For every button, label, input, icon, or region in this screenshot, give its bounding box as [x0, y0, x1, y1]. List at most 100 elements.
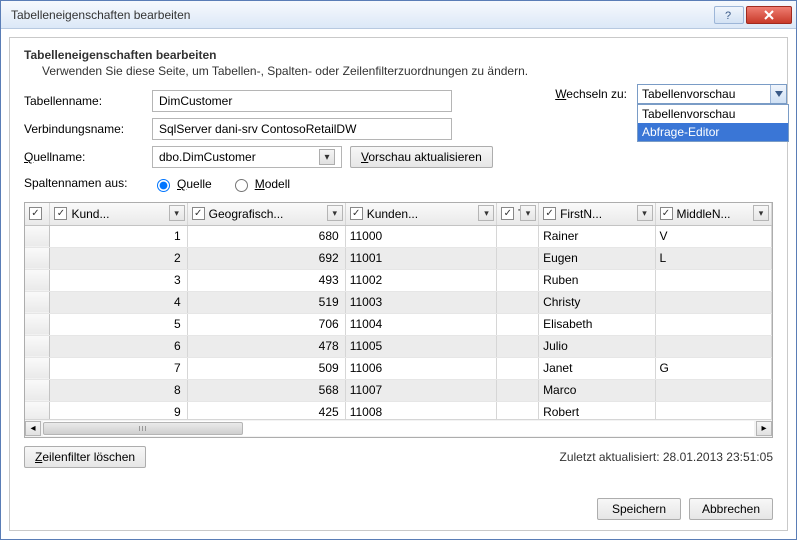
cell[interactable]: 680 — [187, 225, 345, 247]
column-header[interactable]: ✓Kund... ▾ — [50, 203, 187, 225]
cell[interactable] — [655, 379, 772, 401]
row-header[interactable] — [25, 247, 50, 269]
cell[interactable]: 11001 — [345, 247, 497, 269]
table-name-input[interactable] — [152, 90, 452, 112]
checkbox-icon[interactable]: ✓ — [543, 207, 556, 220]
clear-row-filter-button[interactable]: Zeilenfilter löschen — [24, 446, 146, 468]
row-header[interactable] — [25, 313, 50, 335]
filter-icon[interactable]: ▾ — [169, 205, 185, 221]
help-button[interactable]: ? — [714, 6, 744, 24]
cell[interactable] — [655, 335, 772, 357]
cell[interactable] — [497, 379, 539, 401]
column-header[interactable]: ✓Geografisch... ▾ — [187, 203, 345, 225]
filter-icon[interactable]: ▾ — [637, 205, 653, 221]
close-button[interactable] — [746, 6, 792, 24]
switch-combo[interactable]: Tabellenvorschau Tabellenvorschau Abfrag… — [637, 84, 787, 104]
cell[interactable]: 11007 — [345, 379, 497, 401]
cell[interactable] — [497, 247, 539, 269]
row-header[interactable] — [25, 335, 50, 357]
select-all-header[interactable]: ✓ — [25, 203, 50, 225]
cell[interactable]: V — [655, 225, 772, 247]
cell[interactable] — [497, 357, 539, 379]
cell[interactable]: Eugen — [539, 247, 655, 269]
cell[interactable] — [497, 313, 539, 335]
scroll-left-button[interactable]: ◂ — [25, 421, 41, 436]
cell[interactable] — [497, 291, 539, 313]
cell[interactable]: 1 — [50, 225, 187, 247]
checkbox-icon[interactable]: ✓ — [54, 207, 67, 220]
cell[interactable]: G — [655, 357, 772, 379]
cell[interactable]: 7 — [50, 357, 187, 379]
row-header[interactable] — [25, 269, 50, 291]
cell[interactable] — [497, 269, 539, 291]
scroll-track[interactable] — [43, 421, 754, 436]
chevron-down-icon[interactable] — [770, 85, 786, 103]
cell[interactable]: 6 — [50, 335, 187, 357]
cell[interactable]: Ruben — [539, 269, 655, 291]
row-header[interactable] — [25, 379, 50, 401]
column-header[interactable]: ✓MiddleN... ▾ — [655, 203, 772, 225]
radio-model-input[interactable] — [235, 179, 248, 192]
scroll-right-button[interactable]: ▸ — [756, 421, 772, 436]
cell[interactable]: 493 — [187, 269, 345, 291]
cell[interactable]: 5 — [50, 313, 187, 335]
filter-icon[interactable]: ▾ — [753, 205, 769, 221]
refresh-preview-button[interactable]: Vorschau aktualisieren — [350, 146, 493, 168]
table-row[interactable]: 750911006 JanetG — [25, 357, 772, 379]
column-header[interactable]: ✓T... ▾ — [497, 203, 539, 225]
cell[interactable]: Julio — [539, 335, 655, 357]
chevron-down-icon[interactable]: ▾ — [319, 149, 335, 165]
cell[interactable]: 568 — [187, 379, 345, 401]
cell[interactable]: Janet — [539, 357, 655, 379]
cell[interactable]: 8 — [50, 379, 187, 401]
table-row[interactable]: 269211001EugenL — [25, 247, 772, 269]
table-row[interactable]: 647811005 Julio — [25, 335, 772, 357]
horizontal-scrollbar[interactable]: ◂ ▸ — [25, 419, 772, 437]
cell[interactable]: 11006 — [345, 357, 497, 379]
cell[interactable]: L — [655, 247, 772, 269]
radio-model[interactable]: Modell — [230, 176, 290, 192]
cell[interactable]: 519 — [187, 291, 345, 313]
cell[interactable] — [655, 269, 772, 291]
cell[interactable]: 3 — [50, 269, 187, 291]
column-header[interactable]: ✓FirstN... ▾ — [539, 203, 655, 225]
row-header[interactable] — [25, 291, 50, 313]
radio-source-input[interactable] — [157, 179, 170, 192]
cancel-button[interactable]: Abbrechen — [689, 498, 773, 520]
cell[interactable]: 11005 — [345, 335, 497, 357]
save-button[interactable]: Speichern — [597, 498, 681, 520]
cell[interactable] — [497, 225, 539, 247]
filter-icon[interactable]: ▾ — [327, 205, 343, 221]
cell[interactable]: Elisabeth — [539, 313, 655, 335]
filter-icon[interactable]: ▾ — [520, 205, 536, 221]
checkbox-icon[interactable]: ✓ — [29, 207, 42, 220]
cell[interactable]: 4 — [50, 291, 187, 313]
switch-option-preview[interactable]: Tabellenvorschau — [638, 105, 788, 123]
scroll-thumb[interactable] — [43, 422, 243, 435]
cell[interactable]: 11003 — [345, 291, 497, 313]
cell[interactable] — [655, 291, 772, 313]
switch-option-editor[interactable]: Abfrage-Editor — [638, 123, 788, 141]
filter-icon[interactable]: ▾ — [478, 205, 494, 221]
table-row[interactable]: 570611004 Elisabeth — [25, 313, 772, 335]
table-row[interactable]: 856811007 Marco — [25, 379, 772, 401]
cell[interactable]: 478 — [187, 335, 345, 357]
checkbox-icon[interactable]: ✓ — [501, 207, 514, 220]
table-row[interactable]: 349311002 Ruben — [25, 269, 772, 291]
table-row[interactable]: 451911003Christy — [25, 291, 772, 313]
cell[interactable]: 11004 — [345, 313, 497, 335]
cell[interactable]: 11002 — [345, 269, 497, 291]
table-row[interactable]: 168011000 RainerV — [25, 225, 772, 247]
column-header[interactable]: ✓Kunden... ▾ — [345, 203, 497, 225]
cell[interactable]: 706 — [187, 313, 345, 335]
row-header[interactable] — [25, 225, 50, 247]
cell[interactable]: Marco — [539, 379, 655, 401]
cell[interactable]: 509 — [187, 357, 345, 379]
cell[interactable]: 11000 — [345, 225, 497, 247]
cell[interactable] — [497, 335, 539, 357]
cell[interactable]: Rainer — [539, 225, 655, 247]
cell[interactable]: 2 — [50, 247, 187, 269]
checkbox-icon[interactable]: ✓ — [660, 207, 673, 220]
radio-source[interactable]: Quelle — [152, 176, 212, 192]
checkbox-icon[interactable]: ✓ — [350, 207, 363, 220]
